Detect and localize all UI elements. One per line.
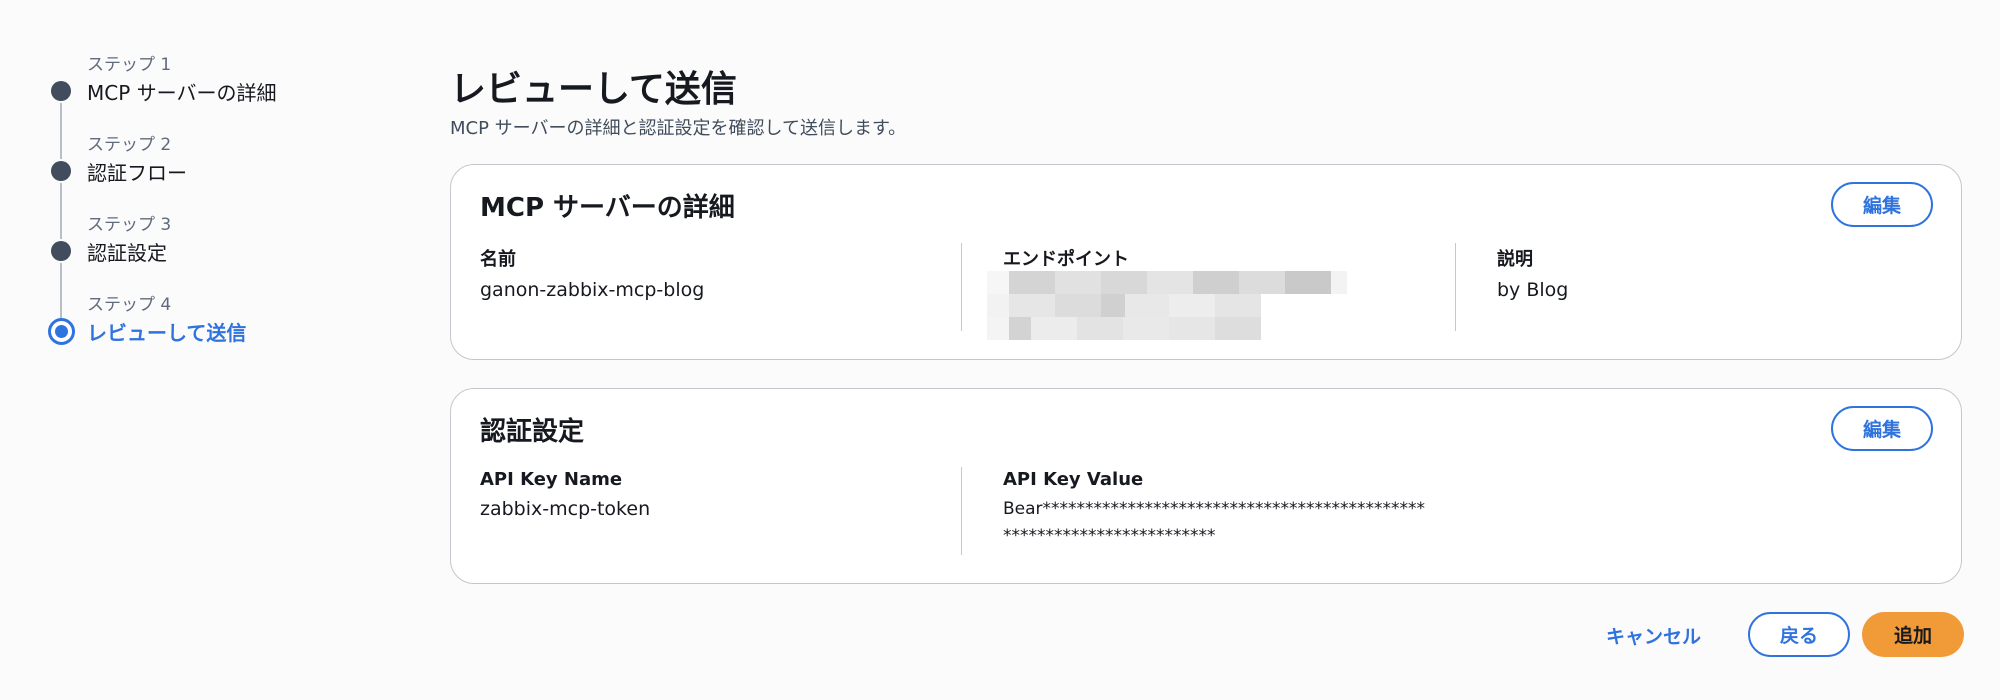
- api-key-value-label: API Key Value: [1003, 469, 1144, 490]
- api-key-value-masked-line-2: *************************: [1003, 526, 1216, 546]
- card-title: 認証設定: [480, 417, 585, 447]
- wizard-stepper: ステップ 1 MCP サーバーの詳細 ステップ 2 認証フロー ステップ 3 認…: [44, 50, 404, 370]
- api-key-name-label: API Key Name: [480, 469, 623, 490]
- add-button[interactable]: 追加: [1862, 612, 1964, 657]
- step-1-number: ステップ 1: [87, 55, 172, 75]
- step-2-number: ステップ 2: [87, 135, 172, 155]
- api-key-name-field: API Key Name zabbix-mcp-token: [480, 469, 650, 523]
- back-button[interactable]: 戻る: [1748, 612, 1850, 657]
- card-title: MCP サーバーの詳細: [480, 193, 735, 223]
- step-1-title: MCP サーバーの詳細: [87, 81, 277, 105]
- step-1-dot-icon: [51, 81, 71, 101]
- step-3-number: ステップ 3: [87, 215, 172, 235]
- name-label: 名前: [480, 249, 516, 270]
- edit-server-details-button[interactable]: 編集: [1831, 182, 1933, 227]
- edit-auth-settings-button[interactable]: 編集: [1831, 406, 1933, 451]
- step-3[interactable]: ステップ 3 認証設定: [44, 210, 404, 319]
- description-field: 説明 by Blog: [1497, 245, 1568, 304]
- cancel-button[interactable]: キャンセル: [1606, 622, 1701, 649]
- api-key-value-masked-line-1: Bear************************************…: [1003, 499, 1426, 519]
- description-label: 説明: [1497, 249, 1533, 270]
- step-2-dot-icon: [51, 161, 71, 181]
- column-divider: [961, 243, 962, 331]
- column-divider: [1455, 243, 1456, 331]
- step-4-title: レビューして送信: [87, 321, 247, 345]
- auth-settings-card: 認証設定 編集 API Key Name zabbix-mcp-token AP…: [450, 388, 1962, 584]
- column-divider: [961, 467, 962, 555]
- step-2-title: 認証フロー: [87, 161, 187, 185]
- name-field: 名前 ganon-zabbix-mcp-blog: [480, 245, 704, 304]
- api-key-name-value: zabbix-mcp-token: [480, 498, 651, 520]
- step-2[interactable]: ステップ 2 認証フロー: [44, 130, 404, 239]
- step-1[interactable]: ステップ 1 MCP サーバーの詳細: [44, 50, 404, 159]
- name-value: ganon-zabbix-mcp-blog: [480, 279, 705, 301]
- mcp-server-details-card: MCP サーバーの詳細 編集 名前 ganon-zabbix-mcp-blog …: [450, 164, 1962, 360]
- step-4: ステップ 4 レビューして送信: [44, 290, 404, 370]
- description-value: by Blog: [1497, 279, 1569, 301]
- api-key-value-field: API Key Value Bear**********************…: [1003, 469, 1425, 550]
- endpoint-label: エンドポイント: [1003, 249, 1129, 270]
- endpoint-value-redacted: [987, 271, 1347, 345]
- step-4-number: ステップ 4: [87, 295, 172, 315]
- step-3-dot-icon: [51, 241, 71, 261]
- page-title: レビューして送信: [450, 69, 737, 110]
- page-description: MCP サーバーの詳細と認証設定を確認して送信します。: [450, 118, 907, 139]
- step-4-active-dot-icon: [48, 318, 75, 345]
- endpoint-field: エンドポイント: [1003, 245, 1129, 271]
- step-3-title: 認証設定: [87, 241, 167, 265]
